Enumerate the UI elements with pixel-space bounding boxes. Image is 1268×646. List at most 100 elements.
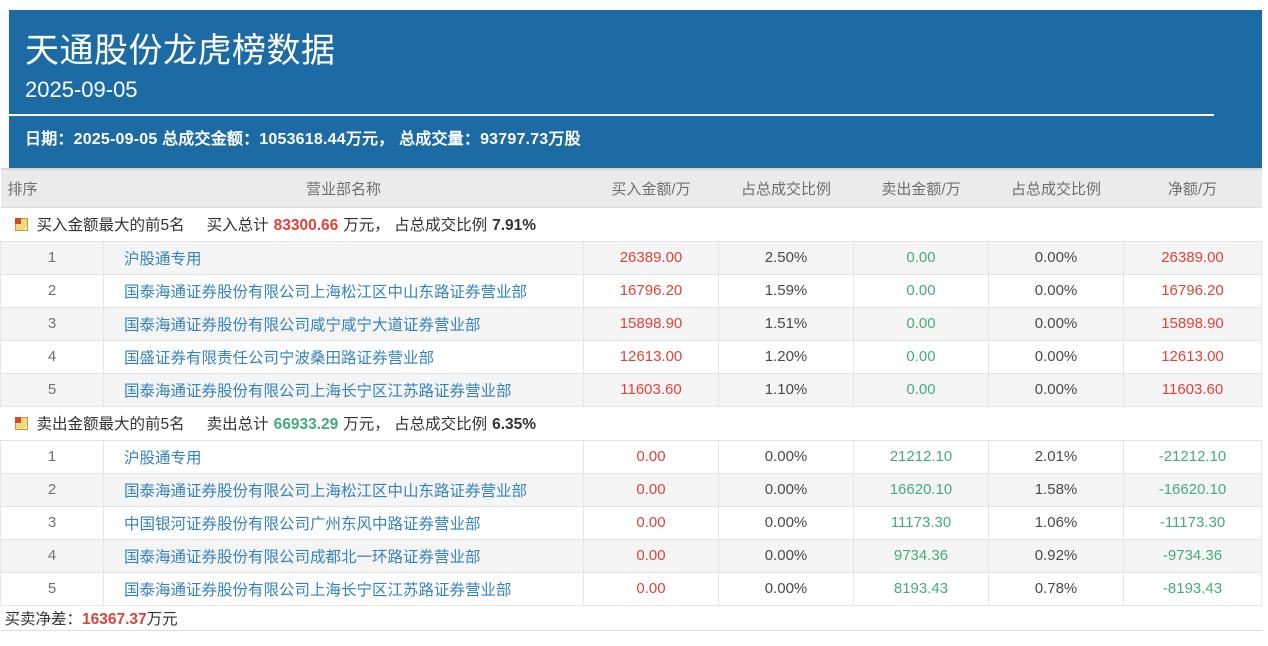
- branch-name-link[interactable]: 中国银河证券股份有限公司广州东风中路证券营业部: [124, 516, 481, 533]
- note-icon: [15, 417, 28, 430]
- page-title: 天通股份龙虎榜数据: [25, 30, 1238, 73]
- branch-name-link[interactable]: 沪股通专用: [124, 251, 202, 268]
- column-header-sell-ratio: 占总成交比例: [989, 169, 1124, 207]
- table-row: 2 国泰海通证券股份有限公司上海松江区中山东路证券营业部 0.00 0.00% …: [1, 473, 1262, 506]
- buy-section-header: 买入金额最大的前5名 买入总计 83300.66万元， 占总成交比例 7.91%: [1, 207, 1262, 241]
- table-row: 3 国泰海通证券股份有限公司咸宁咸宁大道证券营业部 15898.90 1.51%…: [1, 307, 1262, 340]
- buy-amount-cell: 0.00: [584, 473, 719, 506]
- net-diff-value: 16367.37: [82, 611, 147, 628]
- branch-name-link[interactable]: 国盛证券有限责任公司宁波桑田路证券营业部: [124, 350, 434, 367]
- branch-name-link[interactable]: 国泰海通证券股份有限公司成都北一环路证券营业部: [124, 549, 481, 566]
- branch-name-link[interactable]: 国泰海通证券股份有限公司上海长宁区江苏路证券营业部: [124, 582, 512, 599]
- table-row: 5 国泰海通证券股份有限公司上海长宁区江苏路证券营业部 0.00 0.00% 8…: [1, 572, 1262, 605]
- sell-section-header: 卖出金额最大的前5名 卖出总计 66933.29万元， 占总成交比例 6.35%: [1, 406, 1262, 440]
- buy-pct-cell: 2.50%: [719, 241, 854, 274]
- rank-cell: 2: [1, 473, 104, 506]
- sell-total-percent: 6.35%: [492, 416, 536, 433]
- net-diff-row: 买卖净差：16367.37万元: [1, 605, 1262, 630]
- branch-name-link[interactable]: 国泰海通证券股份有限公司上海长宁区江苏路证券营业部: [124, 383, 512, 400]
- buy-amount-cell: 0.00: [584, 539, 719, 572]
- buy-pct-cell: 1.51%: [719, 307, 854, 340]
- summary-line: 日期：2025-09-05 总成交金额：1053618.44万元， 总成交量：9…: [25, 125, 1238, 149]
- sell-pct-cell: 0.00%: [989, 340, 1124, 373]
- column-header-branch-name: 营业部名称: [104, 169, 584, 207]
- buy-amount-cell: 0.00: [584, 572, 719, 605]
- buy-pct-cell: 0.00%: [719, 572, 854, 605]
- rank-cell: 2: [1, 274, 104, 307]
- sell-total-label: 卖出总计: [207, 416, 269, 433]
- sell-pct-cell: 2.01%: [989, 440, 1124, 473]
- sell-pct-cell: 1.58%: [989, 473, 1124, 506]
- sell-total-value: 66933.29: [274, 416, 339, 433]
- rank-cell: 5: [1, 572, 104, 605]
- net-amount-cell: -16620.10: [1124, 473, 1262, 506]
- buy-pct-cell: 1.59%: [719, 274, 854, 307]
- sell-pct-cell: 0.92%: [989, 539, 1124, 572]
- buy-total-unit: 万元， 占总成交比例: [343, 217, 487, 234]
- table-row: 1 沪股通专用 0.00 0.00% 21212.10 2.01% -21212…: [1, 440, 1262, 473]
- net-amount-cell: 15898.90: [1124, 307, 1262, 340]
- sell-total-unit: 万元， 占总成交比例: [343, 416, 487, 433]
- buy-section-title: 买入金额最大的前5名: [37, 217, 185, 234]
- rank-cell: 4: [1, 340, 104, 373]
- rank-cell: 5: [1, 373, 104, 406]
- rank-cell: 3: [1, 307, 104, 340]
- column-header-net-amount: 净额/万: [1124, 169, 1262, 207]
- note-icon: [15, 218, 28, 231]
- table-row: 3 中国银河证券股份有限公司广州东风中路证券营业部 0.00 0.00% 111…: [1, 506, 1262, 539]
- sell-pct-cell: 0.00%: [989, 307, 1124, 340]
- buy-amount-cell: 15898.90: [584, 307, 719, 340]
- table-header-row: 排序 营业部名称 买入金额/万 占总成交比例 卖出金额/万 占总成交比例 净额/…: [1, 169, 1262, 207]
- net-amount-cell: -8193.43: [1124, 572, 1262, 605]
- sell-amount-cell: 21212.10: [854, 440, 989, 473]
- buy-pct-cell: 0.00%: [719, 440, 854, 473]
- buy-amount-cell: 11603.60: [584, 373, 719, 406]
- branch-name-link[interactable]: 国泰海通证券股份有限公司咸宁咸宁大道证券营业部: [124, 317, 481, 334]
- branch-name-link[interactable]: 沪股通专用: [124, 450, 202, 467]
- buy-total-percent: 7.91%: [492, 217, 536, 234]
- rank-cell: 4: [1, 539, 104, 572]
- rank-cell: 1: [1, 241, 104, 274]
- buy-pct-cell: 1.10%: [719, 373, 854, 406]
- sell-amount-cell: 11173.30: [854, 506, 989, 539]
- net-amount-cell: 12613.00: [1124, 340, 1262, 373]
- buy-amount-cell: 0.00: [584, 506, 719, 539]
- branch-name-link[interactable]: 国泰海通证券股份有限公司上海松江区中山东路证券营业部: [124, 284, 527, 301]
- sell-amount-cell: 0.00: [854, 373, 989, 406]
- sell-amount-cell: 9734.36: [854, 539, 989, 572]
- sell-pct-cell: 0.00%: [989, 241, 1124, 274]
- buy-pct-cell: 0.00%: [719, 473, 854, 506]
- report-header: 天通股份龙虎榜数据 2025-09-05 日期：2025-09-05 总成交金额…: [9, 10, 1262, 168]
- net-diff-unit: 万元: [147, 611, 178, 628]
- table-row: 4 国泰海通证券股份有限公司成都北一环路证券营业部 0.00 0.00% 973…: [1, 539, 1262, 572]
- buy-amount-cell: 26389.00: [584, 241, 719, 274]
- branch-name-link[interactable]: 国泰海通证券股份有限公司上海松江区中山东路证券营业部: [124, 483, 527, 500]
- buy-amount-cell: 16796.20: [584, 274, 719, 307]
- table-row: 1 沪股通专用 26389.00 2.50% 0.00 0.00% 26389.…: [1, 241, 1262, 274]
- buy-total-label: 买入总计: [207, 217, 269, 234]
- header-divider: [9, 114, 1214, 116]
- buy-total-value: 83300.66: [274, 217, 339, 234]
- sell-amount-cell: 0.00: [854, 241, 989, 274]
- sell-pct-cell: 0.00%: [989, 274, 1124, 307]
- table-row: 4 国盛证券有限责任公司宁波桑田路证券营业部 12613.00 1.20% 0.…: [1, 340, 1262, 373]
- net-amount-cell: 26389.00: [1124, 241, 1262, 274]
- net-amount-cell: -9734.36: [1124, 539, 1262, 572]
- report-date: 2025-09-05: [25, 77, 1238, 103]
- sell-section-title: 卖出金额最大的前5名: [37, 416, 185, 433]
- column-header-buy-ratio: 占总成交比例: [719, 169, 854, 207]
- column-header-rank: 排序: [1, 169, 104, 207]
- sell-pct-cell: 0.78%: [989, 572, 1124, 605]
- net-amount-cell: -11173.30: [1124, 506, 1262, 539]
- sell-amount-cell: 0.00: [854, 307, 989, 340]
- buy-pct-cell: 0.00%: [719, 506, 854, 539]
- net-diff-label: 买卖净差：: [5, 611, 83, 628]
- dragon-tiger-table: 排序 营业部名称 买入金额/万 占总成交比例 卖出金额/万 占总成交比例 净额/…: [0, 168, 1262, 631]
- table-row: 5 国泰海通证券股份有限公司上海长宁区江苏路证券营业部 11603.60 1.1…: [1, 373, 1262, 406]
- table-row: 2 国泰海通证券股份有限公司上海松江区中山东路证券营业部 16796.20 1.…: [1, 274, 1262, 307]
- net-amount-cell: -21212.10: [1124, 440, 1262, 473]
- net-amount-cell: 16796.20: [1124, 274, 1262, 307]
- sell-amount-cell: 8193.43: [854, 572, 989, 605]
- buy-pct-cell: 1.20%: [719, 340, 854, 373]
- buy-amount-cell: 12613.00: [584, 340, 719, 373]
